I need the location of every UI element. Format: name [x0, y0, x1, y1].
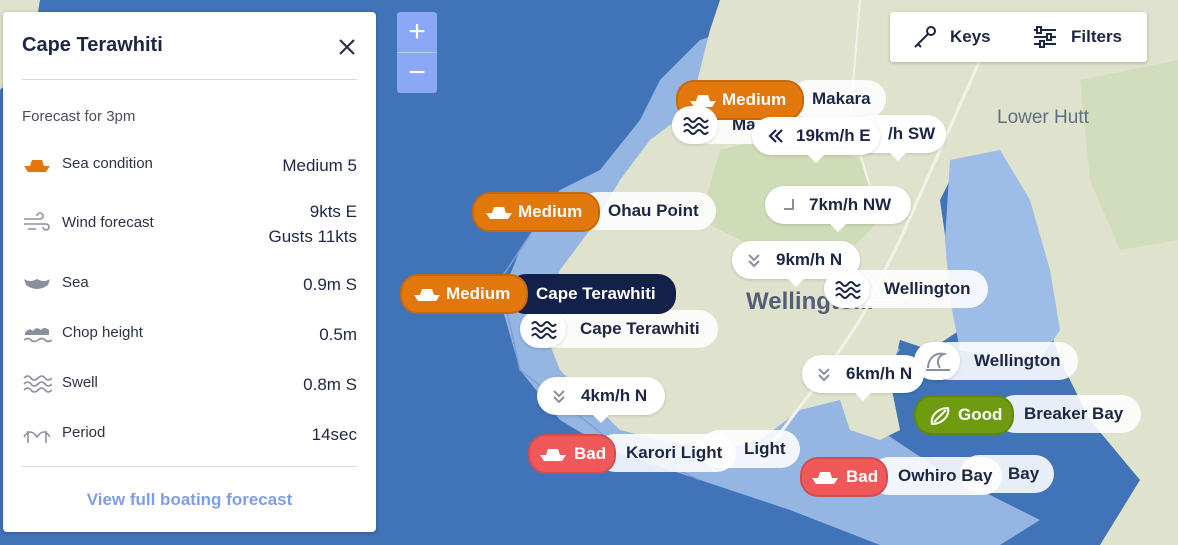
row-value: Medium 5	[282, 156, 357, 175]
row-label: Sea condition	[62, 155, 153, 172]
status-marker-owhiro-bay[interactable]: Bad	[800, 457, 888, 497]
close-icon[interactable]	[334, 34, 360, 60]
filters-label: Filters	[1071, 27, 1123, 46]
forecast-time: Forecast for 3pm	[22, 108, 136, 125]
wave-marker-cape-terawhiti[interactable]	[520, 310, 566, 348]
map-label-lower-hutt: Lower Hutt	[997, 107, 1089, 128]
row-value: 9kts E Gusts 11kts	[269, 199, 358, 249]
marker-breaker-bay-name[interactable]: Breaker Bay	[996, 395, 1141, 433]
marker-karori-light-name[interactable]: Karori Light	[596, 434, 736, 472]
wind-marker-e[interactable]: 19km/h E	[752, 117, 880, 163]
period-icon	[23, 431, 51, 443]
forecast-panel: Cape Terawhiti Forecast for 3pm Sea cond…	[3, 12, 376, 532]
wind-direction-nw-icon	[784, 199, 794, 210]
sliders-icon	[1034, 26, 1056, 48]
marker-cape-terawhiti-selected[interactable]: Cape Terawhiti	[508, 274, 676, 314]
row-value: 0.8m S	[303, 375, 357, 394]
wind-gusts-value: Gusts 11kts	[268, 227, 358, 246]
row-label: Chop height	[62, 324, 143, 341]
row-label: Swell	[62, 374, 98, 391]
row-value: 0.5m	[319, 325, 357, 344]
keys-button[interactable]: Keys	[910, 12, 1020, 62]
zoom-control: + −	[397, 12, 437, 93]
surfboard-icon	[930, 406, 950, 426]
swell-icon	[23, 375, 52, 393]
chevron-double-down-icon	[748, 254, 760, 268]
sea-wave-icon	[683, 117, 709, 135]
status-marker-ohau-point[interactable]: Medium	[472, 192, 600, 232]
row-value: 0.9m S	[303, 275, 357, 294]
chop-icon	[23, 328, 52, 343]
boat-icon	[24, 160, 50, 172]
status-marker-breaker-bay[interactable]: Good	[914, 395, 1014, 435]
chevron-double-left-icon	[768, 129, 783, 143]
key-icon	[914, 26, 936, 48]
marker-makara-name[interactable]: Makara	[790, 80, 886, 118]
chevron-double-down-icon	[553, 390, 565, 404]
row-label: Sea	[62, 274, 89, 291]
keys-label: Keys	[950, 27, 991, 46]
boat-icon	[812, 472, 838, 484]
sea-wave-icon	[531, 321, 557, 339]
row-label: Wind forecast	[62, 214, 154, 231]
wave-marker-wellington[interactable]	[824, 270, 870, 308]
wind-speed-value: 9kts E	[309, 202, 357, 221]
sea-wave-icon	[835, 281, 861, 299]
wind-marker-n-2[interactable]: 6km/h N	[802, 355, 924, 401]
zoom-out-button[interactable]: −	[397, 53, 437, 93]
filters-button[interactable]: Filters	[1032, 12, 1144, 62]
boat-icon	[486, 207, 512, 219]
row-label: Period	[62, 424, 106, 441]
panel-divider-top	[22, 79, 357, 80]
chevron-double-down-icon	[818, 368, 830, 382]
sea-icon	[24, 279, 50, 289]
wind-marker-nw[interactable]: 7km/h NW	[765, 186, 911, 232]
panel-title: Cape Terawhiti	[22, 34, 163, 56]
row-value: 14sec	[311, 425, 357, 444]
surf-wave-icon	[926, 352, 950, 371]
panel-divider-bottom	[22, 466, 357, 467]
wind-marker-n-3[interactable]: 4km/h N	[537, 377, 665, 423]
zoom-in-button[interactable]: +	[397, 12, 437, 52]
status-marker-karori-light[interactable]: Bad	[528, 434, 616, 474]
boat-icon	[414, 289, 440, 301]
map-toolbar: Keys Filters	[890, 12, 1147, 62]
view-full-forecast-link[interactable]: View full boating forecast	[3, 490, 376, 510]
boat-icon	[540, 449, 566, 461]
wave-marker-makara[interactable]	[672, 106, 718, 144]
wind-icon	[24, 212, 50, 231]
status-marker-cape-terawhiti[interactable]: Medium	[400, 274, 528, 314]
marker-owhiro-bay-name[interactable]: Owhiro Bay	[870, 457, 1002, 495]
